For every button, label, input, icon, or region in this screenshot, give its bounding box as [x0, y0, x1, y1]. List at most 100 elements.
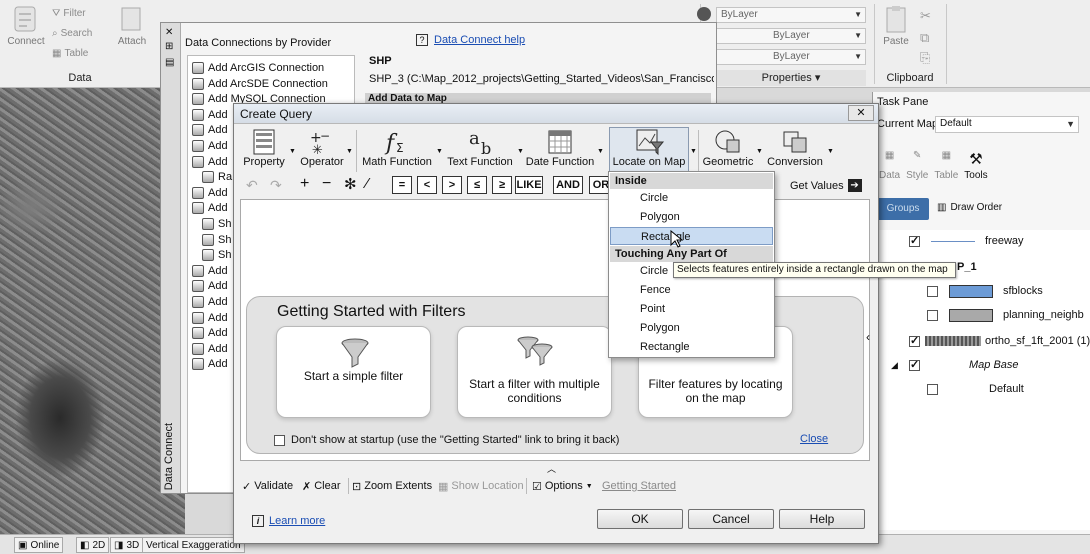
search-button[interactable]: ⌕ Search: [52, 28, 92, 39]
provider-item[interactable]: Add: [192, 185, 228, 201]
text-function-dropdown-icon[interactable]: ▼: [517, 148, 524, 155]
math-function-dropdown-icon[interactable]: ▼: [436, 148, 443, 155]
geometric-dropdown-icon[interactable]: ▼: [756, 148, 763, 155]
learn-more-link[interactable]: Learn more: [269, 515, 325, 527]
math-function-button[interactable]: fΣ Math Function: [360, 126, 434, 174]
layer-row[interactable]: planning_neighb: [873, 306, 1090, 324]
operator-less-equal-button[interactable]: ≤: [467, 176, 487, 194]
property-button[interactable]: Property: [240, 126, 288, 174]
copy-icon[interactable]: ⧉: [920, 30, 929, 46]
provider-item[interactable]: Add: [192, 138, 228, 154]
menu-item-touching-rectangle[interactable]: Rectangle: [610, 338, 773, 356]
tab-data[interactable]: ▦ Data: [879, 150, 900, 181]
view-3d-button[interactable]: ◨ 3D: [110, 537, 144, 553]
map-canvas[interactable]: [0, 88, 185, 534]
layer-visibility-checkbox[interactable]: [909, 334, 920, 347]
help-link-row[interactable]: ? Data Connect help: [416, 34, 525, 46]
menu-item-inside-polygon[interactable]: Polygon: [610, 208, 773, 226]
conversion-button[interactable]: Conversion: [764, 126, 826, 174]
close-link[interactable]: Close: [800, 433, 828, 445]
divide-icon[interactable]: ⁄: [366, 175, 369, 192]
provider-item[interactable]: Add: [192, 154, 228, 170]
layer-row[interactable]: freeway: [873, 232, 1090, 250]
menu-item-touching-point[interactable]: Point: [610, 300, 773, 318]
clear-button[interactable]: ✗ Clear: [302, 478, 341, 494]
provider-item[interactable]: Add: [192, 294, 228, 310]
menu-icon[interactable]: ▤: [165, 57, 174, 68]
connect-button[interactable]: Connect: [4, 4, 48, 64]
operator-greater-than-button[interactable]: >: [442, 176, 462, 194]
date-function-dropdown-icon[interactable]: ▼: [597, 148, 604, 155]
provider-item[interactable]: Add: [192, 341, 228, 357]
linetype-combo[interactable]: ByLayer ▼: [716, 28, 866, 44]
provider-item[interactable]: Add: [192, 356, 228, 372]
cancel-button[interactable]: Cancel: [688, 509, 774, 529]
operator-dropdown-icon[interactable]: ▼: [346, 148, 353, 155]
provider-item[interactable]: Add: [192, 200, 228, 216]
tab-style[interactable]: ✎ Style: [906, 150, 928, 181]
provider-item[interactable]: Sh: [202, 216, 231, 232]
options-button[interactable]: ☑ Options ▼: [532, 478, 593, 494]
menu-item-touching-fence[interactable]: Fence: [610, 281, 773, 299]
ok-button[interactable]: OK: [597, 509, 683, 529]
match-icon[interactable]: ⎘: [920, 50, 930, 66]
vertical-exaggeration-button[interactable]: Vertical Exaggeration: [142, 537, 245, 553]
locate-on-map-button[interactable]: Locate on Map: [610, 126, 688, 174]
provider-item[interactable]: Ra: [202, 169, 232, 185]
collapse-side-icon[interactable]: ‹: [866, 330, 870, 344]
layer-visibility-checkbox[interactable]: [927, 383, 938, 395]
get-values-button[interactable]: Get Values ➔: [790, 179, 862, 192]
groups-button[interactable]: Groups: [877, 198, 929, 220]
table-button[interactable]: ▦ Table: [52, 48, 88, 59]
provider-item[interactable]: Add: [192, 122, 228, 138]
provider-item[interactable]: Sh: [202, 247, 231, 263]
simple-filter-card[interactable]: Start a simple filter: [276, 326, 431, 418]
show-location-button[interactable]: ▦ Show Location: [438, 478, 524, 494]
operator-like-button[interactable]: LIKE: [515, 176, 543, 194]
help-button[interactable]: Help: [779, 509, 865, 529]
filter-button[interactable]: ⛛ Filter: [52, 8, 86, 19]
provider-item[interactable]: Add ArcGIS Connection: [192, 60, 324, 76]
provider-item[interactable]: Add: [192, 107, 228, 123]
provider-item[interactable]: Add: [192, 278, 228, 294]
menu-item-touching-polygon[interactable]: Polygon: [610, 319, 773, 337]
provider-item[interactable]: Add: [192, 310, 228, 326]
conversion-dropdown-icon[interactable]: ▼: [827, 148, 834, 155]
provider-item[interactable]: Add: [192, 263, 228, 279]
paste-button[interactable]: Paste: [876, 4, 916, 64]
provider-item[interactable]: Add: [192, 325, 228, 341]
multiply-icon[interactable]: ✻: [344, 175, 357, 193]
layer-row[interactable]: sfblocks: [873, 282, 1090, 300]
minus-icon[interactable]: −: [322, 175, 331, 193]
locate-on-map-dropdown-icon[interactable]: ▼: [690, 148, 697, 155]
pin-icon[interactable]: ⊞: [165, 41, 173, 52]
operator-equals-button[interactable]: =: [392, 176, 412, 194]
draw-order-button[interactable]: ▥ Draw Order: [937, 202, 1002, 213]
layer-visibility-checkbox[interactable]: [927, 309, 938, 321]
getting-started-link[interactable]: Getting Started: [602, 478, 676, 494]
redo-icon[interactable]: ↷: [270, 177, 282, 194]
validate-button[interactable]: ✓ Validate: [242, 478, 293, 494]
attach-button[interactable]: Attach: [112, 4, 152, 64]
color-combo[interactable]: ByLayer ▼: [716, 7, 866, 23]
provider-item[interactable]: Add ArcSDE Connection: [192, 76, 328, 92]
layer-visibility-checkbox[interactable]: [927, 285, 938, 297]
undo-icon[interactable]: ↶: [246, 177, 258, 194]
cut-icon[interactable]: ✂: [920, 8, 931, 24]
provider-item[interactable]: Sh: [202, 232, 231, 248]
geometric-button[interactable]: Geometric: [700, 126, 756, 174]
dont-show-row[interactable]: Don't show at startup (use the "Getting …: [274, 434, 619, 446]
data-connect-help-link[interactable]: Data Connect help: [434, 34, 525, 46]
dont-show-checkbox[interactable]: [274, 434, 285, 446]
expand-up-icon[interactable]: ︿: [547, 462, 556, 475]
operator-and-button[interactable]: AND: [553, 176, 583, 194]
plus-icon[interactable]: +: [300, 175, 309, 193]
current-map-select[interactable]: Default ▼: [935, 116, 1079, 133]
layer-row[interactable]: Default: [873, 380, 1090, 398]
tab-table[interactable]: ▦ Table: [934, 150, 958, 181]
operator-less-than-button[interactable]: <: [417, 176, 437, 194]
operator-button[interactable]: + − ✳ Operator: [296, 126, 348, 174]
view-2d-button[interactable]: ◧ 2D: [76, 537, 110, 553]
menu-item-inside-circle[interactable]: Circle: [610, 189, 773, 207]
layer-row[interactable]: ◢ Map Base: [873, 356, 1090, 374]
